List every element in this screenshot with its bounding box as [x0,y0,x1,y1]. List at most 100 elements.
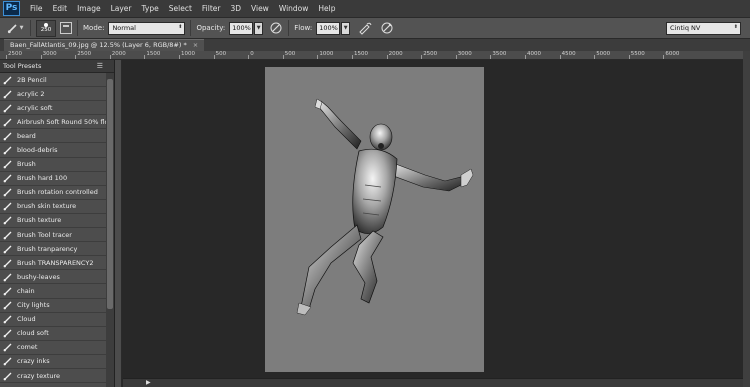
ruler-label: 3500 [492,51,507,57]
menu-bar: Ps File Edit Image Layer Type Select Filter 3D V… [0,0,750,17]
brush-panel-toggle-icon[interactable] [60,22,72,34]
ruler-tick [455,55,457,59]
workspace-dropdown[interactable]: Cintiq NV ⬍ [666,21,741,35]
preset-label: Brush rotation controlled [17,188,98,197]
preset-item[interactable]: Brush hard 100 [0,172,107,186]
menu-filter[interactable]: Filter [197,4,226,13]
ruler-tick [40,55,42,59]
brush-preset-icon [3,188,12,197]
menu-type[interactable]: Type [137,4,164,13]
brush-preset-icon [3,202,12,211]
scroll-right-icon[interactable]: ▶ [146,379,151,386]
preset-item[interactable]: acrylic soft [0,101,107,116]
ruler-label: 500 [284,51,296,57]
menu-edit[interactable]: Edit [48,4,73,13]
preset-item[interactable]: Brush texture [0,214,107,229]
brush-preset-icon [3,146,12,155]
preset-item[interactable]: brush skin texture [0,200,107,214]
ruler-label: 1000 [181,51,195,57]
panel-menu-icon[interactable]: ☰ [97,62,103,70]
scrollbar-thumb[interactable] [107,79,113,309]
chevron-updown-icon: ⬍ [178,23,183,30]
brush-preset-icon [3,372,12,380]
ruler-label: 4000 [527,51,541,57]
preset-item[interactable]: crazy texture [0,369,107,384]
preset-label: beard [17,131,36,140]
preset-list: 2B Pencil acrylic 2 acrylic soft Airbrush S… [0,73,114,384]
close-icon[interactable]: × [193,41,198,49]
preset-label: chain [17,286,35,295]
brush-preset-icon [3,118,12,127]
preset-label: 2B Pencil [17,75,47,84]
ruler-tick [352,55,353,59]
preset-item[interactable]: bushy-leaves [0,270,107,285]
preset-label: bushy-leaves [17,272,60,281]
mode-value: Normal [112,24,136,32]
document-tab-bar: Baen_FallAtlantis_09.jpg @ 12.5% (Layer … [0,39,750,51]
opacity-slider-toggle[interactable]: ▼ [254,21,264,35]
horizontal-ruler[interactable]: 2500 3000 2500 2000 1500 1000 500 0 500 1000 1500 2… [0,51,750,60]
preset-item[interactable]: Brush [0,158,107,172]
horizontal-scrollbar[interactable]: ▶ [123,378,750,387]
menu-3d[interactable]: 3D [225,4,246,13]
document-canvas[interactable] [265,67,484,372]
brush-tool-preset-picker[interactable]: ▼ [5,20,25,36]
ruler-tick [386,55,388,59]
workspace-value: Cintiq NV [670,24,701,32]
pressure-size-icon[interactable] [380,21,394,35]
preset-label: acrylic 2 [17,89,45,98]
brush-size-picker[interactable]: 250 [36,19,56,37]
preset-item[interactable]: blood-debris [0,143,107,158]
menu-file[interactable]: File [25,4,48,13]
brush-preset-icon [3,315,12,324]
chevron-down-icon: ▼ [19,25,24,31]
flow-slider-toggle[interactable]: ▼ [341,21,351,35]
ruler-label: 2500 [8,51,22,57]
preset-item[interactable]: Brush Tool tracer [0,228,107,243]
preset-item[interactable]: Brush rotation controlled [0,186,107,200]
preset-label: Brush hard 100 [17,174,68,183]
preset-item[interactable]: 2B Pencil [0,73,107,88]
mode-dropdown[interactable]: Normal ⬍ [108,21,186,35]
preset-item[interactable]: Brush TRANSPARENCY2 [0,256,107,271]
preset-label: crazy inks [17,357,50,366]
workspace[interactable] [123,60,750,378]
pressure-opacity-icon[interactable] [269,21,283,35]
ruler-label: 4500 [561,51,576,57]
menu-view[interactable]: View [246,4,274,13]
ruler-tick [248,55,250,59]
opacity-input[interactable]: 100% [229,21,254,35]
preset-item[interactable]: crazy inks [0,355,107,369]
preset-item[interactable]: Brush tranparency [0,242,107,257]
preset-item[interactable]: chain [0,284,107,299]
preset-item[interactable]: Airbrush Soft Round 50% flow [0,115,114,130]
menu-window[interactable]: Window [274,4,314,13]
preset-item[interactable]: beard [0,129,107,144]
menu-layer[interactable]: Layer [106,4,137,13]
ruler-tick [525,55,526,59]
preset-item[interactable]: Cloud [0,313,107,327]
ruler-tick [317,55,319,59]
ruler-label: 1500 [146,51,161,57]
brush-preset-icon [3,104,12,113]
vertical-ruler[interactable] [115,60,122,387]
menu-help[interactable]: Help [313,4,340,13]
menu-image[interactable]: Image [72,4,106,13]
ruler-tick [144,55,146,59]
brush-preset-icon [3,301,12,310]
ruler-label: 2500 [423,51,438,57]
panel-scrollbar[interactable] [106,73,114,387]
preset-item[interactable]: cloud soft [0,327,107,341]
preset-item[interactable]: acrylic 2 [0,87,107,102]
brush-preset-icon [3,357,12,366]
menu-select[interactable]: Select [164,4,197,13]
ruler-tick [594,55,596,59]
preset-item[interactable]: comet [0,341,107,355]
flow-input[interactable]: 100% [316,21,341,35]
preset-item[interactable]: City lights [0,299,107,313]
divider [30,20,31,36]
document-tab[interactable]: Baen_FallAtlantis_09.jpg @ 12.5% (Layer … [4,39,205,51]
right-panel-edge [743,51,750,387]
ruler-label: 2000 [111,51,126,57]
airbrush-icon[interactable] [358,21,372,35]
